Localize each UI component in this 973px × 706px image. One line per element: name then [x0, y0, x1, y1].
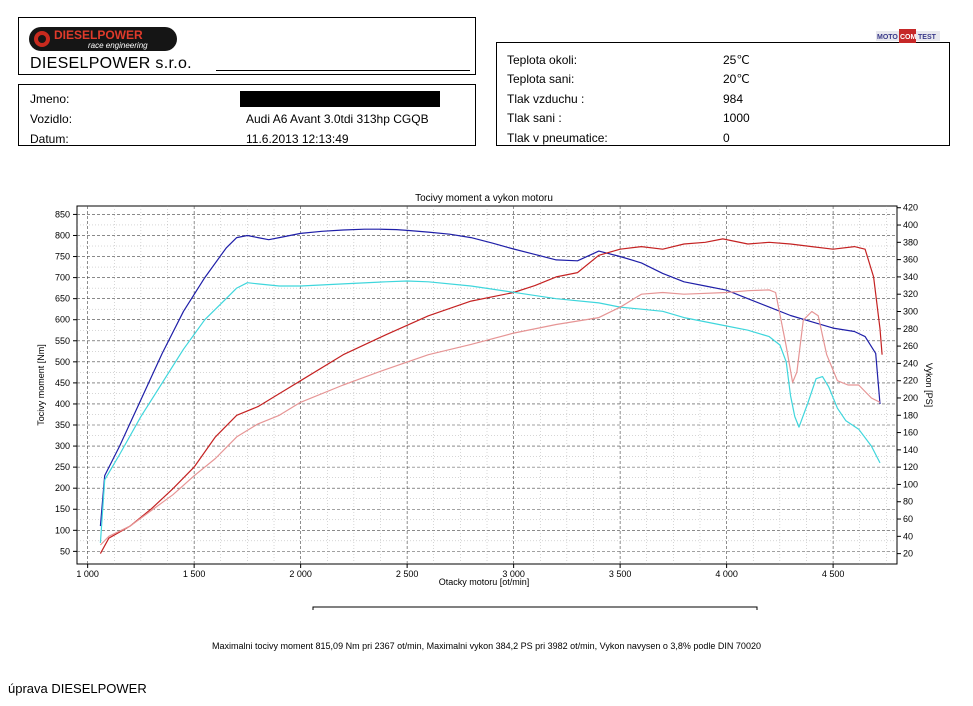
footer-text: úprava DIESELPOWER	[8, 681, 147, 696]
y2-tick-label: 280	[903, 324, 918, 334]
y2-tick-label: 40	[903, 531, 913, 541]
y-tick-label: 750	[55, 252, 70, 262]
y-tick-label: 800	[55, 230, 70, 240]
y-tick-label: 150	[55, 504, 70, 514]
y2-tick-label: 340	[903, 272, 918, 282]
y2-tick-label: 220	[903, 376, 918, 386]
y-tick-label: 850	[55, 209, 70, 219]
x-axis-label: Otacky motoru [ot/min]	[439, 577, 530, 587]
y2-tick-label: 160	[903, 428, 918, 438]
y2-tick-label: 120	[903, 462, 918, 472]
series-line-1	[99, 228, 881, 527]
x-tick-label: 4 500	[822, 569, 845, 579]
legend: Tocivy momentVykonReferencni momentRefer…	[312, 606, 758, 610]
y2-tick-label: 260	[903, 341, 918, 351]
y-axis-label: Tocivy moment [Nm]	[36, 344, 46, 426]
y2-tick-label: 100	[903, 479, 918, 489]
y2-tick-label: 360	[903, 255, 918, 265]
y2-tick-label: 320	[903, 289, 918, 299]
series-line-2	[99, 238, 883, 554]
x-tick-label: 1 500	[183, 569, 206, 579]
y-tick-label: 50	[60, 546, 70, 556]
y-tick-label: 500	[55, 357, 70, 367]
x-tick-label: 4 000	[715, 569, 738, 579]
y-tick-label: 100	[55, 525, 70, 535]
y2-tick-label: 420	[903, 203, 918, 213]
y-tick-label: 600	[55, 315, 70, 325]
y-tick-label: 400	[55, 399, 70, 409]
y2-tick-label: 80	[903, 497, 913, 507]
y-tick-label: 700	[55, 273, 70, 283]
y2-tick-label: 380	[903, 237, 918, 247]
plot-area-frame	[76, 205, 898, 565]
y2-tick-label: 200	[903, 393, 918, 403]
chart-title: Tocivy moment a vykon motoru	[415, 193, 553, 204]
x-tick-label: 2 500	[396, 569, 419, 579]
y-tick-label: 650	[55, 294, 70, 304]
x-tick-label: 2 000	[289, 569, 312, 579]
y-tick-label: 200	[55, 483, 70, 493]
y-tick-label: 450	[55, 378, 70, 388]
summary-text: Maximalni tocivy moment 815,09 Nm pri 23…	[212, 641, 761, 651]
y2-axis-label: Vykon [PS]	[924, 363, 934, 407]
y-tick-label: 550	[55, 336, 70, 346]
grid-lines	[77, 206, 897, 564]
y2-tick-label: 180	[903, 410, 918, 420]
series-line-3	[99, 280, 881, 543]
x-tick-label: 3 500	[609, 569, 632, 579]
x-tick-label: 1 000	[76, 569, 99, 579]
y-tick-label: 350	[55, 420, 70, 430]
y2-tick-label: 300	[903, 306, 918, 316]
y2-tick-label: 140	[903, 445, 918, 455]
series-line-4	[99, 289, 881, 546]
dyno-chart: Tocivy moment a vykon motoru 50 100 150 200…	[36, 193, 934, 610]
y-tick-label: 300	[55, 441, 70, 451]
y2-tick-label: 20	[903, 549, 913, 559]
axis-ticks: 50 100 150 200 250 300 350 400 450 500 550 600 650 70…	[55, 203, 918, 579]
y2-tick-label: 400	[903, 220, 918, 230]
y2-tick-label: 240	[903, 358, 918, 368]
y2-tick-label: 60	[903, 514, 913, 524]
y-tick-label: 250	[55, 462, 70, 472]
